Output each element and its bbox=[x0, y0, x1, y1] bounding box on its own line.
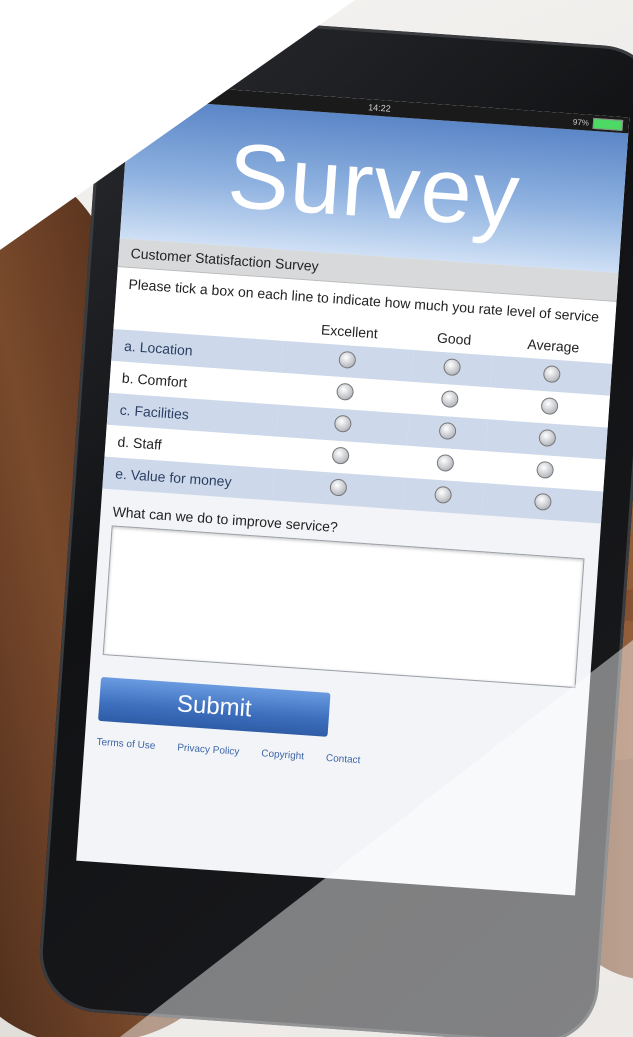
photo-scene: 14:22 97% Survey Customer Statisfaction … bbox=[0, 0, 633, 1037]
radio-button[interactable] bbox=[540, 396, 559, 415]
radio-button[interactable] bbox=[537, 428, 557, 447]
footer-link-privacy[interactable]: Privacy Policy bbox=[177, 742, 240, 757]
battery-icon bbox=[592, 117, 624, 131]
footer-link-contact[interactable]: Contact bbox=[326, 752, 361, 765]
radio-button[interactable] bbox=[443, 357, 462, 376]
footer-link-terms[interactable]: Terms of Use bbox=[96, 736, 156, 751]
radio-button[interactable] bbox=[438, 421, 457, 440]
radio-button[interactable] bbox=[336, 382, 355, 401]
survey-title: Survey bbox=[224, 124, 524, 247]
battery-percent: 97% bbox=[572, 117, 590, 128]
radio-button[interactable] bbox=[436, 453, 455, 472]
radio-button[interactable] bbox=[434, 485, 453, 504]
radio-button[interactable] bbox=[533, 492, 552, 511]
radio-button[interactable] bbox=[542, 364, 561, 383]
radio-button[interactable] bbox=[535, 460, 554, 479]
radio-button[interactable] bbox=[338, 350, 357, 369]
radio-button[interactable] bbox=[329, 477, 348, 497]
radio-button[interactable] bbox=[331, 446, 350, 465]
rating-table: Excellent Good Average a. Location b. Co… bbox=[102, 300, 615, 523]
status-time: 14:22 bbox=[367, 102, 392, 114]
radio-button[interactable] bbox=[440, 389, 460, 408]
radio-button[interactable] bbox=[333, 414, 353, 433]
footer-link-copyright[interactable]: Copyright bbox=[261, 748, 304, 762]
